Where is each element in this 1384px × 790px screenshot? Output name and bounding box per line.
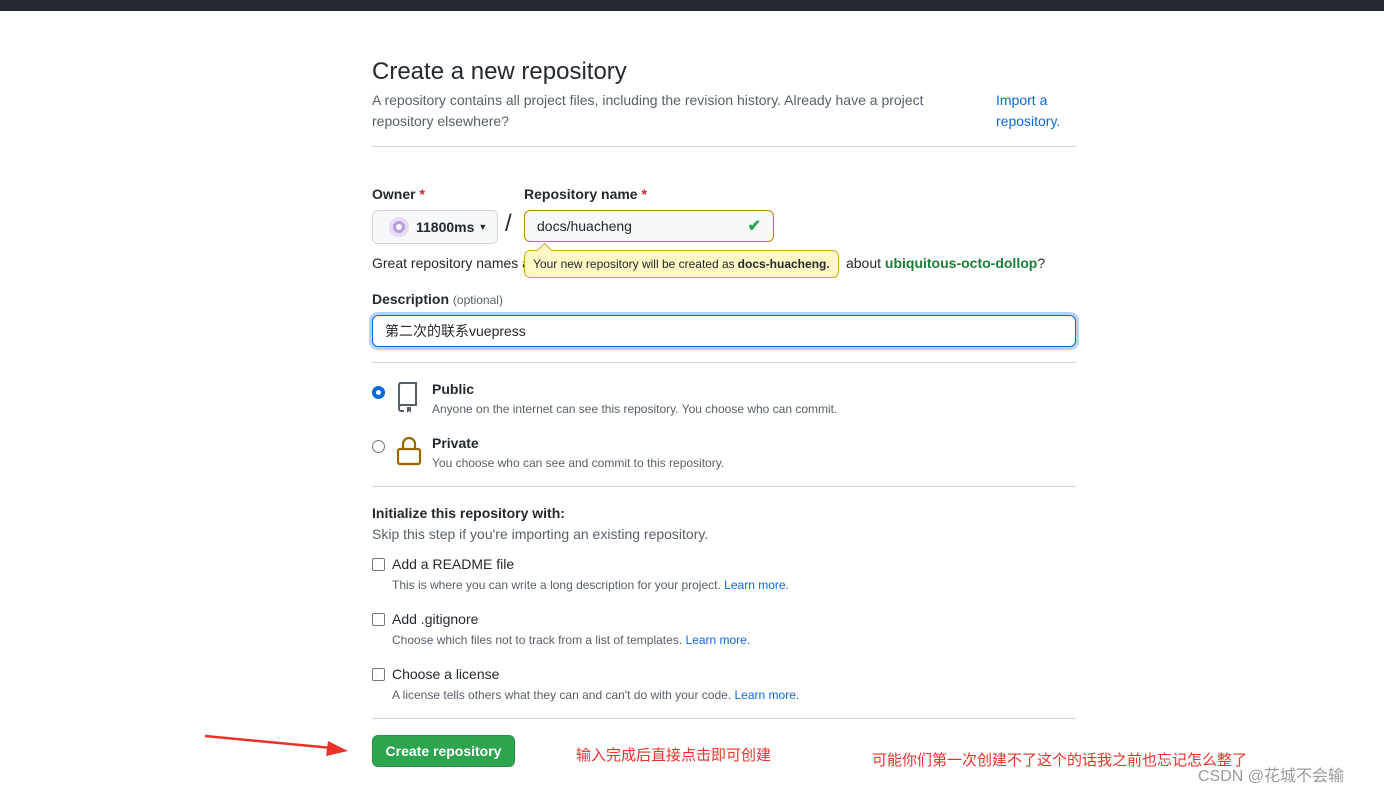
owner-value: 11800ms bbox=[416, 219, 475, 235]
suggestion-prefix: Great repository names a bbox=[372, 255, 530, 271]
license-desc-text: A license tells others what they can and… bbox=[392, 688, 732, 702]
readme-checkbox[interactable] bbox=[372, 558, 385, 571]
owner-label-text: Owner bbox=[372, 186, 416, 202]
required-mark: * bbox=[419, 186, 425, 202]
license-title: Choose a license bbox=[392, 666, 500, 682]
divider bbox=[372, 362, 1076, 363]
description-value: 第二次的联系vuepress bbox=[385, 323, 526, 339]
top-navbar bbox=[0, 0, 1384, 11]
annotation-note-first-time: 可能你们第一次创建不了这个的话我之前也忘记怎么整了 bbox=[872, 752, 1248, 769]
private-title: Private bbox=[432, 435, 479, 451]
repo-name-input[interactable]: docs/huacheng ✔ bbox=[524, 210, 774, 242]
description-label: Description (optional) bbox=[372, 291, 503, 307]
required-mark: * bbox=[641, 186, 647, 202]
suggested-name-link[interactable]: ubiquitous-octo-dollop bbox=[885, 255, 1037, 271]
private-desc: You choose who can see and commit to thi… bbox=[432, 456, 725, 470]
optional-tag: (optional) bbox=[452, 293, 503, 307]
owner-label: Owner * bbox=[372, 186, 425, 202]
readme-learn-more-link[interactable]: Learn more. bbox=[724, 578, 789, 592]
public-radio[interactable] bbox=[372, 386, 385, 399]
gitignore-desc: Choose which files not to track from a l… bbox=[392, 633, 750, 647]
license-desc: A license tells others what they can and… bbox=[392, 688, 799, 702]
private-radio[interactable] bbox=[372, 440, 385, 453]
suggestion-qmark: ? bbox=[1037, 255, 1046, 271]
init-title: Initialize this repository with: bbox=[372, 505, 565, 521]
suggestion-suffix: about bbox=[845, 255, 882, 271]
csdn-watermark: CSDN @花城不会输 bbox=[1198, 768, 1345, 785]
readme-title: Add a README file bbox=[392, 556, 515, 572]
public-title: Public bbox=[432, 381, 475, 397]
annotation-arrow-icon bbox=[204, 734, 348, 756]
avatar bbox=[389, 217, 409, 237]
form-body: Owner * Repository name * 11800ms ▼ / do… bbox=[372, 58, 1076, 758]
owner-dropdown[interactable]: 11800ms ▼ bbox=[372, 210, 498, 244]
description-input[interactable]: 第二次的联系vuepress bbox=[372, 315, 1076, 347]
new-repo-form: Create a new repository A repository con… bbox=[372, 58, 1076, 719]
readme-desc: This is where you can write a long descr… bbox=[392, 578, 789, 592]
gitignore-desc-text: Choose which files not to track from a l… bbox=[392, 633, 683, 647]
caret-down-icon: ▼ bbox=[478, 222, 488, 232]
license-checkbox[interactable] bbox=[372, 668, 385, 681]
description-label-text: Description bbox=[372, 291, 450, 307]
repo-name-label: Repository name * bbox=[524, 186, 647, 202]
repo-name-value: docs/huacheng bbox=[537, 218, 632, 234]
license-learn-more-link[interactable]: Learn more. bbox=[735, 688, 800, 702]
lock-icon bbox=[396, 436, 422, 471]
readme-desc-text: This is where you can write a long descr… bbox=[392, 578, 721, 592]
divider bbox=[372, 486, 1076, 487]
create-repository-button[interactable]: Create repository bbox=[372, 735, 515, 767]
public-desc: Anyone on the internet can see this repo… bbox=[432, 402, 838, 416]
repo-name-tooltip: Your new repository will be created as d… bbox=[524, 250, 839, 278]
tooltip-repo-name: docs-huacheng. bbox=[737, 257, 830, 271]
slash-separator: / bbox=[505, 210, 512, 237]
check-icon: ✔ bbox=[747, 218, 761, 235]
divider bbox=[372, 718, 1076, 719]
gitignore-title: Add .gitignore bbox=[392, 611, 479, 627]
init-subtitle: Skip this step if you're importing an ex… bbox=[372, 526, 709, 542]
repo-icon bbox=[396, 381, 420, 418]
tooltip-text: Your new repository will be created as bbox=[533, 257, 735, 271]
annotation-note-create: 输入完成后直接点击即可创建 bbox=[576, 747, 772, 764]
gitignore-checkbox[interactable] bbox=[372, 613, 385, 626]
repo-name-label-text: Repository name bbox=[524, 186, 638, 202]
gitignore-learn-more-link[interactable]: Learn more. bbox=[685, 633, 750, 647]
